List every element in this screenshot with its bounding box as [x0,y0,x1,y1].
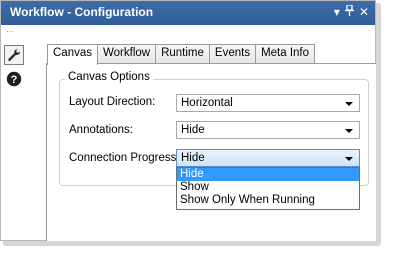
layout-direction-select[interactable]: Horizontal [176,94,360,112]
connection-progress-select[interactable]: Hide [176,149,360,167]
chevron-down-icon [345,157,353,161]
grip-icon: ⋯ [6,27,15,36]
connection-progress-value: Hide [181,152,205,164]
help-icon: ? [6,71,22,87]
connection-progress-dropdown: Hide Show Show Only When Running [176,167,360,210]
wrench-button[interactable] [4,45,24,65]
tab-workflow[interactable]: Workflow [97,44,157,63]
svg-text:?: ? [11,74,18,86]
tab-events[interactable]: Events [208,44,257,63]
dropdown-option-hide[interactable]: Hide [177,168,359,181]
menu-dropdown-icon[interactable]: ▾ [334,4,340,20]
tab-meta-info[interactable]: Meta Info [255,44,316,63]
connection-progress-label: Connection Progress: [69,152,180,164]
annotations-label: Annotations: [69,124,133,136]
close-icon[interactable]: ✕ [359,4,369,20]
chevron-down-icon [345,102,353,106]
title-controls: ▾ ✕ [334,4,369,20]
pin-icon[interactable] [344,4,354,20]
tab-strip: Canvas Workflow Runtime Events Meta Info [47,44,316,65]
annotations-value: Hide [181,124,205,136]
tab-runtime[interactable]: Runtime [155,44,210,63]
tab-canvas[interactable]: Canvas [47,44,98,65]
chevron-down-icon [345,129,353,133]
help-button[interactable]: ? [4,69,24,89]
window-title: Workflow - Configuration [10,5,154,19]
title-bar[interactable]: Workflow - Configuration ▾ ✕ [1,1,375,25]
canvas-options-title: Canvas Options [65,71,153,83]
dropdown-option-show-only-when-running[interactable]: Show Only When Running [177,194,359,207]
layout-direction-label: Layout Direction: [69,96,156,108]
annotations-select[interactable]: Hide [176,121,360,139]
layout-direction-value: Horizontal [181,97,233,109]
wrench-icon [8,49,21,61]
dropdown-option-show[interactable]: Show [177,181,359,194]
